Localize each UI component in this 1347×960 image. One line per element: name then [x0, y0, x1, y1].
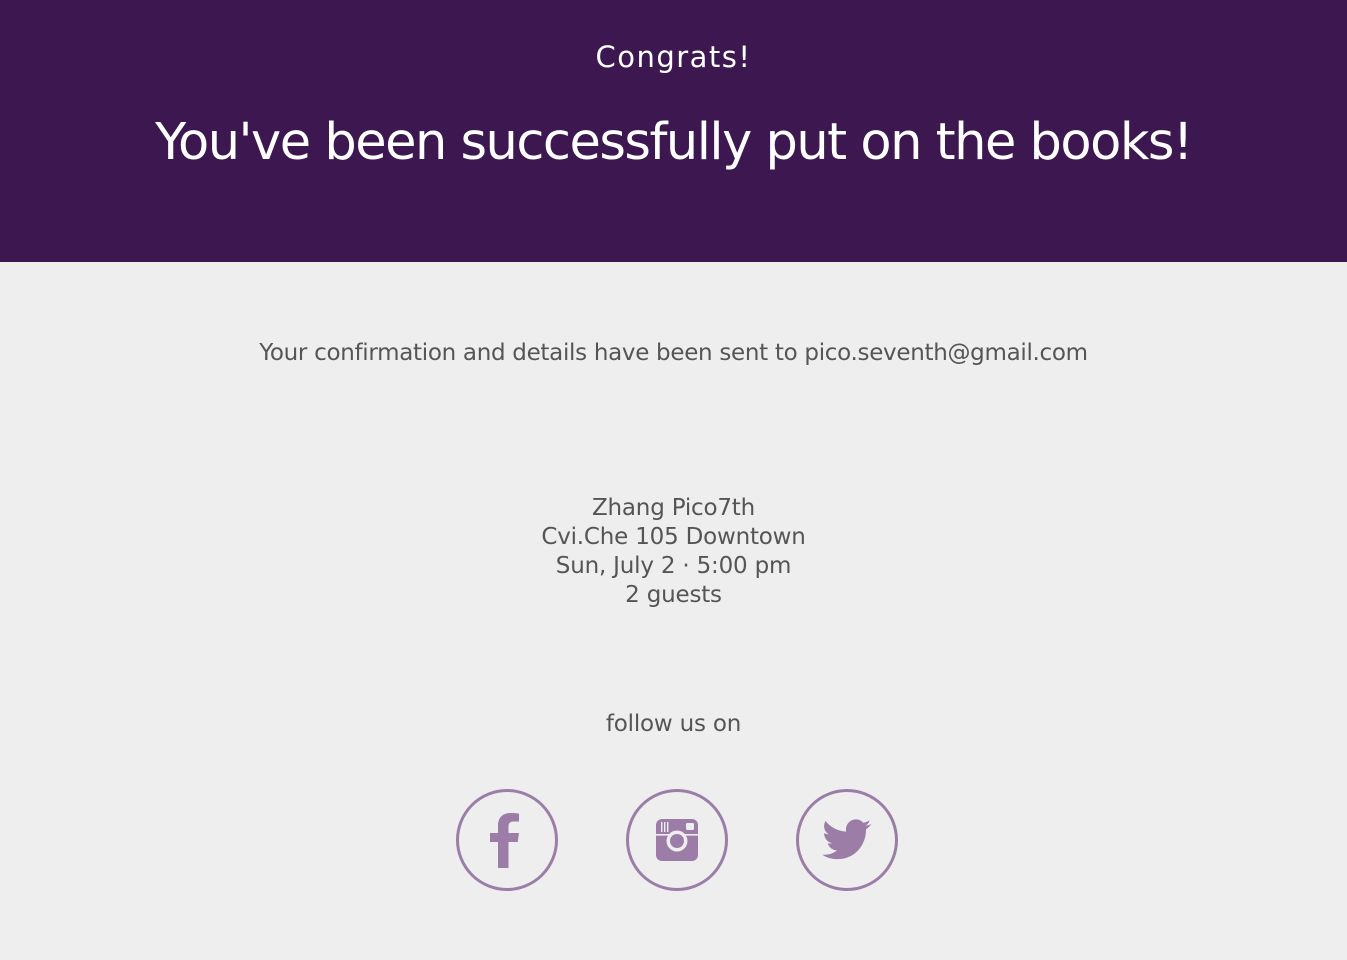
- congrats-kicker: Congrats!: [595, 40, 752, 74]
- facebook-link[interactable]: [456, 789, 558, 891]
- confirmation-message: Your confirmation and details have been …: [259, 340, 1088, 366]
- reservation-details: Zhang Pico7th Cvi.Che 105 Downtown Sun, …: [0, 494, 1347, 610]
- page-title: You've been successfully put on the book…: [155, 113, 1193, 172]
- follow-us-label: follow us on: [605, 711, 742, 737]
- twitter-link[interactable]: [796, 789, 898, 891]
- restaurant-name: Cvi.Che 105 Downtown: [541, 524, 806, 550]
- instagram-icon: [656, 819, 698, 861]
- guest-count: 2 guests: [625, 582, 722, 608]
- twitter-icon: [822, 819, 872, 860]
- instagram-link[interactable]: [626, 789, 728, 891]
- hero-banner: Congrats! You've been successfully put o…: [0, 0, 1347, 262]
- guest-name: Zhang Pico7th: [591, 495, 756, 521]
- reservation-datetime: Sun, July 2 · 5:00 pm: [555, 553, 792, 579]
- facebook-icon: [490, 813, 519, 868]
